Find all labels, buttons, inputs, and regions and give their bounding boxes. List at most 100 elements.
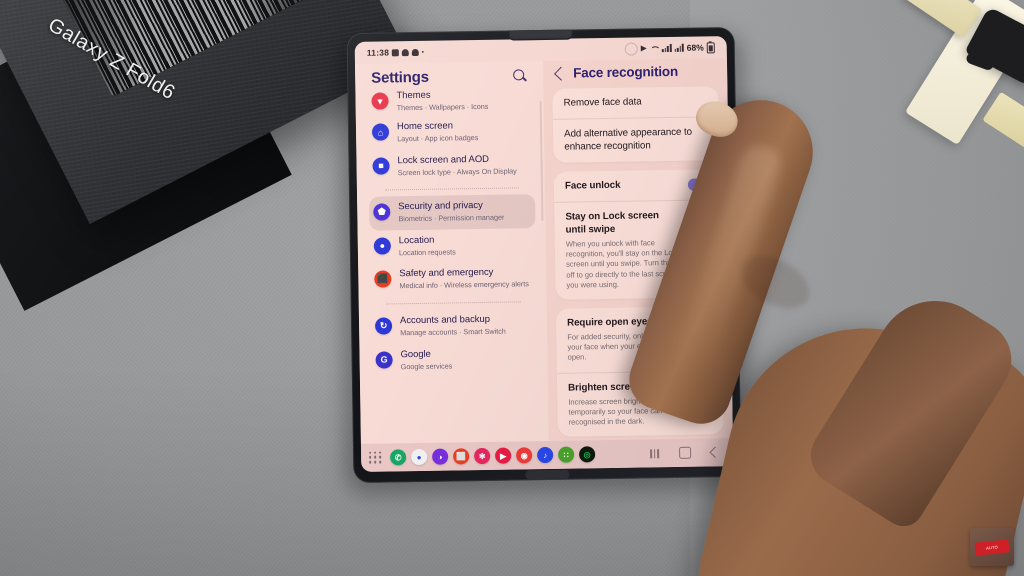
phone-app-icon[interactable]: ✆: [390, 449, 407, 466]
notification-icon-1: [392, 48, 400, 56]
setting-row-text: Face unlock: [565, 178, 680, 193]
spotify-app-icon[interactable]: ◎: [579, 446, 596, 463]
sidebar-item-security-and-privacy[interactable]: ⬟ Security and privacy Biometrics · Permis…: [369, 194, 536, 231]
samsung-internet-app-icon[interactable]: ◑: [432, 448, 449, 465]
sidebar-item-text: Location Location requests: [399, 234, 456, 258]
settings-left-pane[interactable]: Settings ▼ Themes Themes · Wallpapers · Ic…: [354, 60, 549, 444]
status-bar-right: 68%: [624, 41, 715, 56]
face-recognition-pane[interactable]: Face recognition Remove face data Add alt…: [542, 58, 733, 441]
face-recognition-cards: Remove face data Add alternative appearan…: [543, 86, 732, 438]
sidebar-item-text: Accounts and backup Manage accounts · Sma…: [400, 314, 506, 338]
recents-button[interactable]: [650, 448, 660, 458]
setting-row-description: When you unlock with face recognition, y…: [565, 238, 681, 290]
back-chevron-icon[interactable]: [554, 66, 569, 81]
messages-app-icon[interactable]: ●: [411, 448, 428, 466]
setting-row-face-unlock[interactable]: Face unlock: [554, 169, 720, 202]
sidebar-item-home-screen[interactable]: ⌂ Home screen Layout · App icon badges: [368, 114, 535, 150]
face-recognition-header: Face recognition: [543, 58, 727, 89]
hinge-notch-top-icon: [508, 29, 573, 41]
sidebar-item-location[interactable]: ● Location Location requests: [370, 228, 537, 264]
setting-row-text: Brighten screen Increase screen brightnes…: [568, 379, 684, 427]
face-recognition-title: Face recognition: [573, 63, 679, 81]
setting-row-text: Stay on Lock screen until swipe When you …: [565, 209, 681, 291]
sidebar-item-label: Accounts and backup: [399, 313, 490, 327]
sidebar-item-safety-and-emergency[interactable]: ⬛ Safety and emergency Medical info · Wire…: [370, 261, 537, 297]
photo-scene: Galaxy Z Fold6 11:38 68% Settings ▼ Them…: [0, 0, 1024, 576]
samsung-notes-app-icon[interactable]: ⬜: [453, 448, 470, 465]
sidebar-item-text: Google Google services: [400, 348, 452, 371]
photo-editor-app-icon[interactable]: ✻: [474, 447, 491, 465]
status-time: 11:38: [366, 47, 390, 58]
wifi-icon: [650, 45, 659, 52]
device-screen: 11:38 68% Settings ▼ Themes Themes · Wal…: [354, 36, 734, 472]
setting-row-stay-on-lock-screen-until-swipe[interactable]: Stay on Lock screen until swipe When you …: [554, 199, 722, 300]
toggle-brighten-screen[interactable]: [691, 396, 713, 409]
google-icon: G: [375, 350, 393, 369]
calculator-app-icon[interactable]: ∷: [558, 446, 575, 463]
signal-bars-icon-1: [662, 43, 672, 53]
watermark-key-icon: AUTO: [974, 538, 1010, 556]
sidebar-item-label: Google: [400, 348, 431, 360]
sidebar-item-themes[interactable]: ▼ Themes Themes · Wallpapers · Icons: [367, 88, 533, 117]
setting-row-add-alternative-appearance-to-enhance-re[interactable]: Add alternative appearance to enhance re…: [552, 116, 720, 163]
share-icon: [640, 45, 648, 52]
product-box: Galaxy Z Fold6: [0, 0, 411, 330]
back-button[interactable]: [709, 446, 721, 458]
setting-row-label: Remove face data: [563, 96, 642, 109]
battery-icon: [706, 41, 715, 53]
sidebar-item-label: Themes: [396, 89, 431, 102]
toggle-stay-on-lock-screen-until-swipe[interactable]: [688, 242, 711, 255]
sidebar-item-text: Home screen Layout · App icon badges: [397, 120, 479, 144]
sidebar-item-sublabel: Themes · Wallpapers · Icons: [396, 101, 489, 113]
sidebar-item-label: Safety and emergency: [399, 267, 494, 280]
sidebar-item-sublabel: Google services: [400, 361, 453, 371]
settings-card: Face unlock Stay on Lock screen until swi…: [553, 169, 722, 300]
youtube-app-icon[interactable]: ▶: [495, 447, 512, 464]
sidebar-item-sublabel: Layout · App icon badges: [397, 133, 479, 144]
setting-row-description: For added security, only recognise your …: [567, 330, 682, 363]
lock-screen-icon: ■: [372, 157, 390, 175]
settings-card: Require open eyes For added security, onl…: [555, 306, 724, 438]
setting-row-text: Require open eyes For added security, onl…: [567, 315, 683, 363]
sidebar-item-label: Lock screen and AOD: [397, 153, 490, 166]
sidebar-item-sublabel: Biometrics · Permission manager: [398, 212, 505, 224]
sidebar-item-sublabel: Screen lock type · Always On Display: [397, 166, 517, 177]
hinge-notch-bottom-icon: [525, 469, 570, 480]
taskbar-app-list: ✆ ● ◑ ⬜ ✻ ▶ ◉ ♪ ∷ ◎: [390, 446, 596, 466]
themes-icon: ▼: [371, 92, 389, 110]
dnd-icon: [624, 41, 639, 56]
setting-row-require-open-eyes[interactable]: Require open eyes For added security, onl…: [556, 306, 723, 372]
music-app-icon[interactable]: ♪: [537, 446, 554, 464]
notification-icon-2: [402, 48, 410, 56]
home-screen-icon: ⌂: [371, 123, 390, 141]
setting-row-label: Face unlock: [564, 179, 621, 192]
sidebar-item-label: Security and privacy: [398, 200, 483, 213]
settings-split-view: Settings ▼ Themes Themes · Wallpapers · Ic…: [354, 58, 733, 444]
sidebar-item-text: Security and privacy Biometrics · Permiss…: [398, 200, 504, 224]
toggle-face-unlock[interactable]: [687, 177, 709, 191]
all-apps-icon[interactable]: [369, 451, 382, 464]
sidebar-item-accounts-and-backup[interactable]: ↻ Accounts and backup Manage accounts · Sm…: [371, 308, 538, 344]
setting-row-remove-face-data[interactable]: Remove face data: [552, 86, 718, 119]
toggle-require-open-eyes[interactable]: [690, 331, 712, 345]
sidebar-item-google[interactable]: G Google Google services: [371, 342, 538, 378]
setting-row-text: Remove face data: [564, 94, 708, 109]
home-button[interactable]: [679, 446, 692, 459]
signal-bars-icon-2: [674, 43, 684, 52]
setting-row-description: Increase screen brightness temporarily s…: [568, 395, 673, 427]
search-icon[interactable]: [512, 68, 527, 83]
notification-icon-3: [412, 48, 420, 56]
status-bar-left: 11:38: [366, 47, 425, 58]
sidebar-item-label: Home screen: [396, 120, 454, 133]
setting-row-text: Add alternative appearance to enhance re…: [564, 125, 708, 153]
settings-list: ▼ Themes Themes · Wallpapers · Icons ⌂ Home …: [355, 88, 547, 378]
setting-row-brighten-screen[interactable]: Brighten screen Increase screen brightnes…: [556, 369, 724, 438]
settings-header: Settings: [355, 61, 543, 91]
setting-row-label: Add alternative appearance to enhance re…: [564, 126, 693, 153]
sidebar-item-text: Safety and emergency Medical info · Wirel…: [399, 267, 529, 292]
sidebar-item-lock-screen-and-aod[interactable]: ■ Lock screen and AOD Screen lock type · A…: [368, 148, 535, 184]
setting-row-label: Require open eyes: [566, 316, 653, 329]
setting-row-label: Brighten screen: [568, 381, 642, 394]
camera-app-icon[interactable]: ◉: [516, 447, 533, 464]
location-icon: ●: [373, 237, 391, 255]
